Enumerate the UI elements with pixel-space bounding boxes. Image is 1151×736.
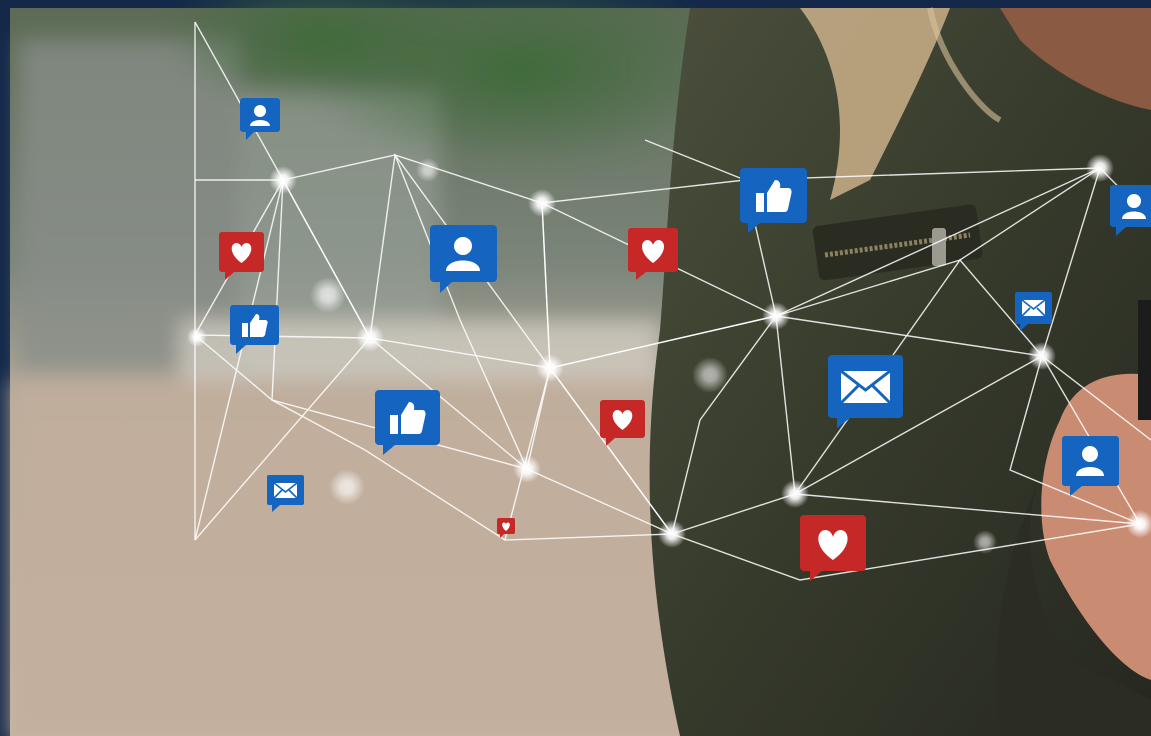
network-node [658, 520, 686, 548]
sparkle [329, 469, 365, 505]
network-node [1086, 154, 1114, 182]
network-node [269, 166, 297, 194]
network-node [762, 302, 790, 330]
network-node [781, 480, 809, 508]
sparkle [310, 277, 346, 313]
network-node [528, 189, 556, 217]
network-node [187, 327, 207, 347]
network-node [356, 324, 384, 352]
sparkle [416, 158, 440, 182]
network-node [1028, 342, 1056, 370]
envelope-icon [828, 355, 903, 428]
sparkle [692, 357, 728, 393]
photo-background [0, 0, 1151, 736]
network-node [513, 455, 541, 483]
sparkle [973, 530, 997, 554]
network-node [536, 354, 564, 382]
social-network-hero-image [0, 0, 1151, 736]
